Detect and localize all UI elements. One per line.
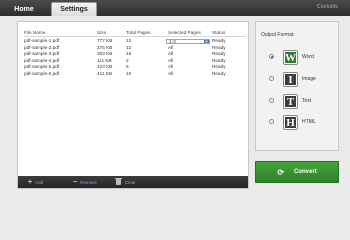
- minus-icon: −: [73, 178, 78, 186]
- selected-pages-dropdown[interactable]: 1-3 ▼: [166, 38, 210, 45]
- table-row[interactable]: pdf-sample-1.pdf 777 KB 12 1-3 ▼ Ready: [24, 38, 246, 45]
- output-format-panel: Output Format: W Word I Image T Text H H…: [255, 21, 339, 151]
- word-glyph: W: [285, 51, 296, 64]
- cell-status: Ready: [212, 57, 226, 63]
- cell-status: Ready: [212, 38, 226, 43]
- cell-selected-pages[interactable]: All: [168, 51, 173, 58]
- format-label-word: Word: [302, 54, 314, 60]
- output-format-title: Output Format:: [261, 32, 295, 38]
- cell-total-pages: 5: [126, 64, 129, 70]
- image-glyph: I: [285, 74, 296, 86]
- header-total-pages[interactable]: Total Pages: [126, 29, 151, 37]
- tab-settings[interactable]: Settings: [51, 2, 97, 16]
- cell-size: 777 KB: [97, 38, 113, 43]
- chevron-down-icon[interactable]: ▼: [204, 39, 209, 44]
- table-row[interactable]: pdf-sample-4.pdf 111 KB 2 All Ready: [24, 58, 246, 65]
- table-row[interactable]: pdf-sample-5.pdf 423 KB 5 All Ready: [24, 64, 246, 71]
- tab-home[interactable]: Home: [4, 2, 44, 16]
- cell-total-pages: 12: [126, 38, 132, 43]
- cell-total-pages: 10: [126, 70, 132, 76]
- header-file-name[interactable]: File Name: [24, 29, 45, 37]
- file-list-panel: File Name Size Total Pages Selected Page…: [17, 21, 249, 189]
- remove-label: Remove: [80, 179, 97, 185]
- cell-size: 411 KB: [97, 70, 113, 76]
- cell-selected-pages[interactable]: All: [168, 58, 173, 65]
- cell-status: Ready: [212, 64, 226, 70]
- cell-selected-pages[interactable]: All: [168, 64, 173, 71]
- header-size[interactable]: Size: [97, 29, 106, 37]
- cell-status: Ready: [212, 51, 226, 57]
- cell-file-name: pdf-sample-2.pdf: [24, 44, 60, 50]
- top-bar: Home Settings Coolutils: [0, 0, 350, 16]
- html-icon[interactable]: H: [283, 115, 298, 130]
- table-row[interactable]: pdf-sample-2.pdf 275 KB 12 All Ready: [24, 45, 246, 52]
- image-icon[interactable]: I: [283, 72, 298, 87]
- cell-selected-pages[interactable]: All: [168, 45, 173, 52]
- radio-text[interactable]: [269, 98, 274, 103]
- plus-icon: +: [28, 178, 33, 186]
- table-row[interactable]: pdf-sample-3.pdf 303 KB 15 All Ready: [24, 51, 246, 58]
- cell-file-name: pdf-sample-3.pdf: [24, 51, 60, 57]
- table-row[interactable]: pdf-sample-6.pdf 411 KB 10 All Ready: [24, 71, 246, 78]
- add-label: Add: [35, 179, 44, 185]
- table-header: File Name Size Total Pages Selected Page…: [24, 29, 246, 37]
- cell-file-name: pdf-sample-4.pdf: [24, 57, 60, 63]
- cell-size: 275 KB: [97, 44, 113, 50]
- cell-size: 111 KB: [97, 57, 112, 63]
- header-selected-pages[interactable]: Selected Pages: [168, 29, 201, 37]
- format-option-html[interactable]: H HTML: [269, 115, 329, 133]
- remove-button[interactable]: − Remove: [73, 176, 97, 188]
- format-label-image: Image: [302, 76, 316, 82]
- word-icon[interactable]: W: [283, 50, 298, 65]
- convert-label: Convert: [294, 169, 317, 175]
- format-label-text: Text: [302, 98, 312, 104]
- cell-file-name: pdf-sample-1.pdf: [24, 38, 60, 43]
- file-toolbar: + Add − Remove Clear: [18, 176, 248, 188]
- format-option-text[interactable]: T Text: [269, 94, 329, 112]
- text-glyph: T: [285, 95, 296, 108]
- cell-size: 303 KB: [97, 51, 113, 57]
- cell-total-pages: 2: [126, 57, 129, 63]
- text-icon[interactable]: T: [283, 94, 298, 109]
- clear-button[interactable]: Clear: [115, 176, 136, 188]
- trash-icon: [115, 177, 122, 185]
- radio-word[interactable]: [269, 54, 274, 59]
- header-status[interactable]: Status: [212, 29, 225, 37]
- cell-selected-pages[interactable]: All: [168, 71, 173, 78]
- cell-file-name: pdf-sample-5.pdf: [24, 64, 60, 70]
- radio-html[interactable]: [269, 119, 274, 124]
- format-option-image[interactable]: I Image: [269, 72, 329, 90]
- cell-total-pages: 15: [126, 51, 132, 57]
- convert-button[interactable]: ⟳ Convert: [255, 161, 339, 183]
- refresh-icon: ⟳: [277, 167, 285, 177]
- format-option-word[interactable]: W Word: [269, 50, 329, 68]
- cell-status: Ready: [212, 70, 226, 76]
- cell-size: 423 KB: [97, 64, 113, 70]
- brand-logo: Coolutils: [317, 4, 338, 10]
- add-button[interactable]: + Add: [28, 176, 43, 188]
- cell-status: Ready: [212, 44, 226, 50]
- file-table: File Name Size Total Pages Selected Page…: [24, 29, 246, 78]
- html-glyph: H: [285, 116, 296, 129]
- radio-image[interactable]: [269, 76, 274, 81]
- format-label-html: HTML: [302, 119, 316, 125]
- clear-label: Clear: [125, 179, 136, 185]
- cell-file-name: pdf-sample-6.pdf: [24, 70, 60, 76]
- cell-total-pages: 12: [126, 44, 132, 50]
